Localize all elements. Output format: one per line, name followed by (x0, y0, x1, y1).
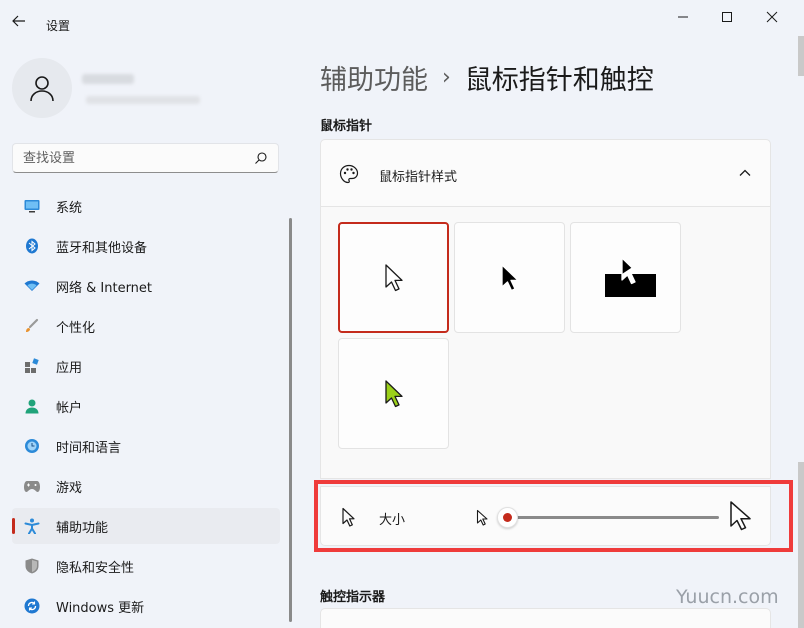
sidebar-item-label: 个性化 (56, 320, 96, 336)
brush-icon (24, 318, 40, 334)
sidebar-item-accessibility[interactable]: 辅助功能 (12, 508, 280, 544)
person-icon (30, 76, 54, 102)
sidebar-nav: 系统 蓝牙和其他设备 网络 & Internet 个性化 应用 帐户 时间和语言… (12, 188, 280, 628)
highlight-annotation (314, 480, 793, 552)
sidebar-item-gaming[interactable]: 游戏 (12, 468, 280, 504)
bluetooth-icon (24, 238, 40, 254)
pointer-style-label: 鼠标指针样式 (379, 170, 458, 185)
sidebar-item-label: 应用 (56, 360, 83, 376)
pointer-style-expander[interactable]: 鼠标指针样式 (320, 139, 771, 207)
sidebar-item-label: 游戏 (56, 480, 83, 496)
shield-icon (24, 558, 40, 574)
pointer-style-inverted[interactable] (570, 222, 681, 333)
sidebar-item-system[interactable]: 系统 (12, 188, 280, 224)
back-arrow-icon (12, 15, 25, 27)
search-box[interactable] (12, 143, 279, 173)
page-title: 鼠标指针和触控 (464, 65, 654, 96)
sidebar-item-label: 蓝牙和其他设备 (56, 240, 148, 256)
sidebar-item-label: 系统 (56, 200, 83, 216)
minimize-icon (678, 16, 688, 18)
user-name-blurred (82, 74, 134, 84)
wifi-icon (24, 278, 40, 294)
section-heading-mouse-pointer: 鼠标指针 (320, 119, 373, 134)
cursor-custom-icon (384, 379, 403, 407)
accessibility-icon (24, 518, 40, 534)
monitor-icon (24, 198, 40, 214)
sidebar-item-label: 隐私和安全性 (56, 560, 135, 576)
active-indicator (12, 518, 15, 534)
main-scrollbar-thumb[interactable] (798, 462, 804, 628)
maximize-button[interactable] (714, 8, 740, 26)
sidebar-item-label: 网络 & Internet (56, 280, 153, 296)
cursor-white-icon (384, 263, 403, 291)
app-title: 设置 (46, 19, 71, 33)
user-avatar[interactable] (12, 58, 72, 118)
user-email-blurred (86, 96, 200, 104)
breadcrumb: 辅助功能 › 鼠标指针和触控 (320, 58, 654, 97)
sidebar-item-privacy[interactable]: 隐私和安全性 (12, 548, 280, 584)
chevron-up-icon[interactable] (738, 168, 752, 178)
sidebar-item-time-language[interactable]: 时间和语言 (12, 428, 280, 464)
sidebar-item-network[interactable]: 网络 & Internet (12, 268, 280, 304)
pointer-style-black[interactable] (454, 222, 565, 333)
sidebar-item-apps[interactable]: 应用 (12, 348, 280, 384)
search-icon[interactable] (254, 151, 268, 165)
close-button[interactable] (759, 8, 785, 26)
sidebar-scrollbar[interactable] (289, 218, 292, 622)
sidebar-item-label: Windows 更新 (56, 600, 145, 616)
main-scrollbar-upper[interactable] (798, 36, 804, 76)
cursor-black-icon (500, 263, 519, 291)
back-button[interactable] (10, 12, 28, 30)
palette-icon (339, 164, 359, 184)
account-icon (24, 398, 40, 414)
maximize-icon (722, 12, 732, 22)
search-input[interactable] (23, 149, 243, 167)
apps-icon (24, 358, 40, 374)
touch-indicator-card[interactable] (320, 608, 771, 628)
sidebar-item-label: 时间和语言 (56, 440, 122, 456)
pointer-style-white[interactable] (338, 222, 449, 333)
sidebar-item-windows-update[interactable]: Windows 更新 (12, 588, 280, 624)
pointer-style-custom[interactable] (338, 338, 449, 449)
sidebar-item-accounts[interactable]: 帐户 (12, 388, 280, 424)
breadcrumb-separator: › (442, 65, 451, 90)
sidebar-item-label: 辅助功能 (56, 520, 109, 536)
sidebar-item-bluetooth[interactable]: 蓝牙和其他设备 (12, 228, 280, 264)
cursor-inverted-icon (604, 256, 656, 297)
sidebar-item-personalization[interactable]: 个性化 (12, 308, 280, 344)
minimize-button[interactable] (670, 8, 696, 26)
update-icon (24, 598, 40, 614)
close-icon (766, 11, 778, 23)
section-heading-touch-indicator: 触控指示器 (320, 590, 386, 605)
pointer-style-panel (320, 207, 771, 479)
breadcrumb-parent[interactable]: 辅助功能 (320, 58, 428, 97)
watermark: Yuucn.com (676, 586, 779, 608)
title-bar: 设置 (0, 0, 804, 36)
gamepad-icon (24, 478, 40, 494)
sidebar-item-label: 帐户 (56, 400, 83, 416)
globe-clock-icon (24, 438, 40, 454)
